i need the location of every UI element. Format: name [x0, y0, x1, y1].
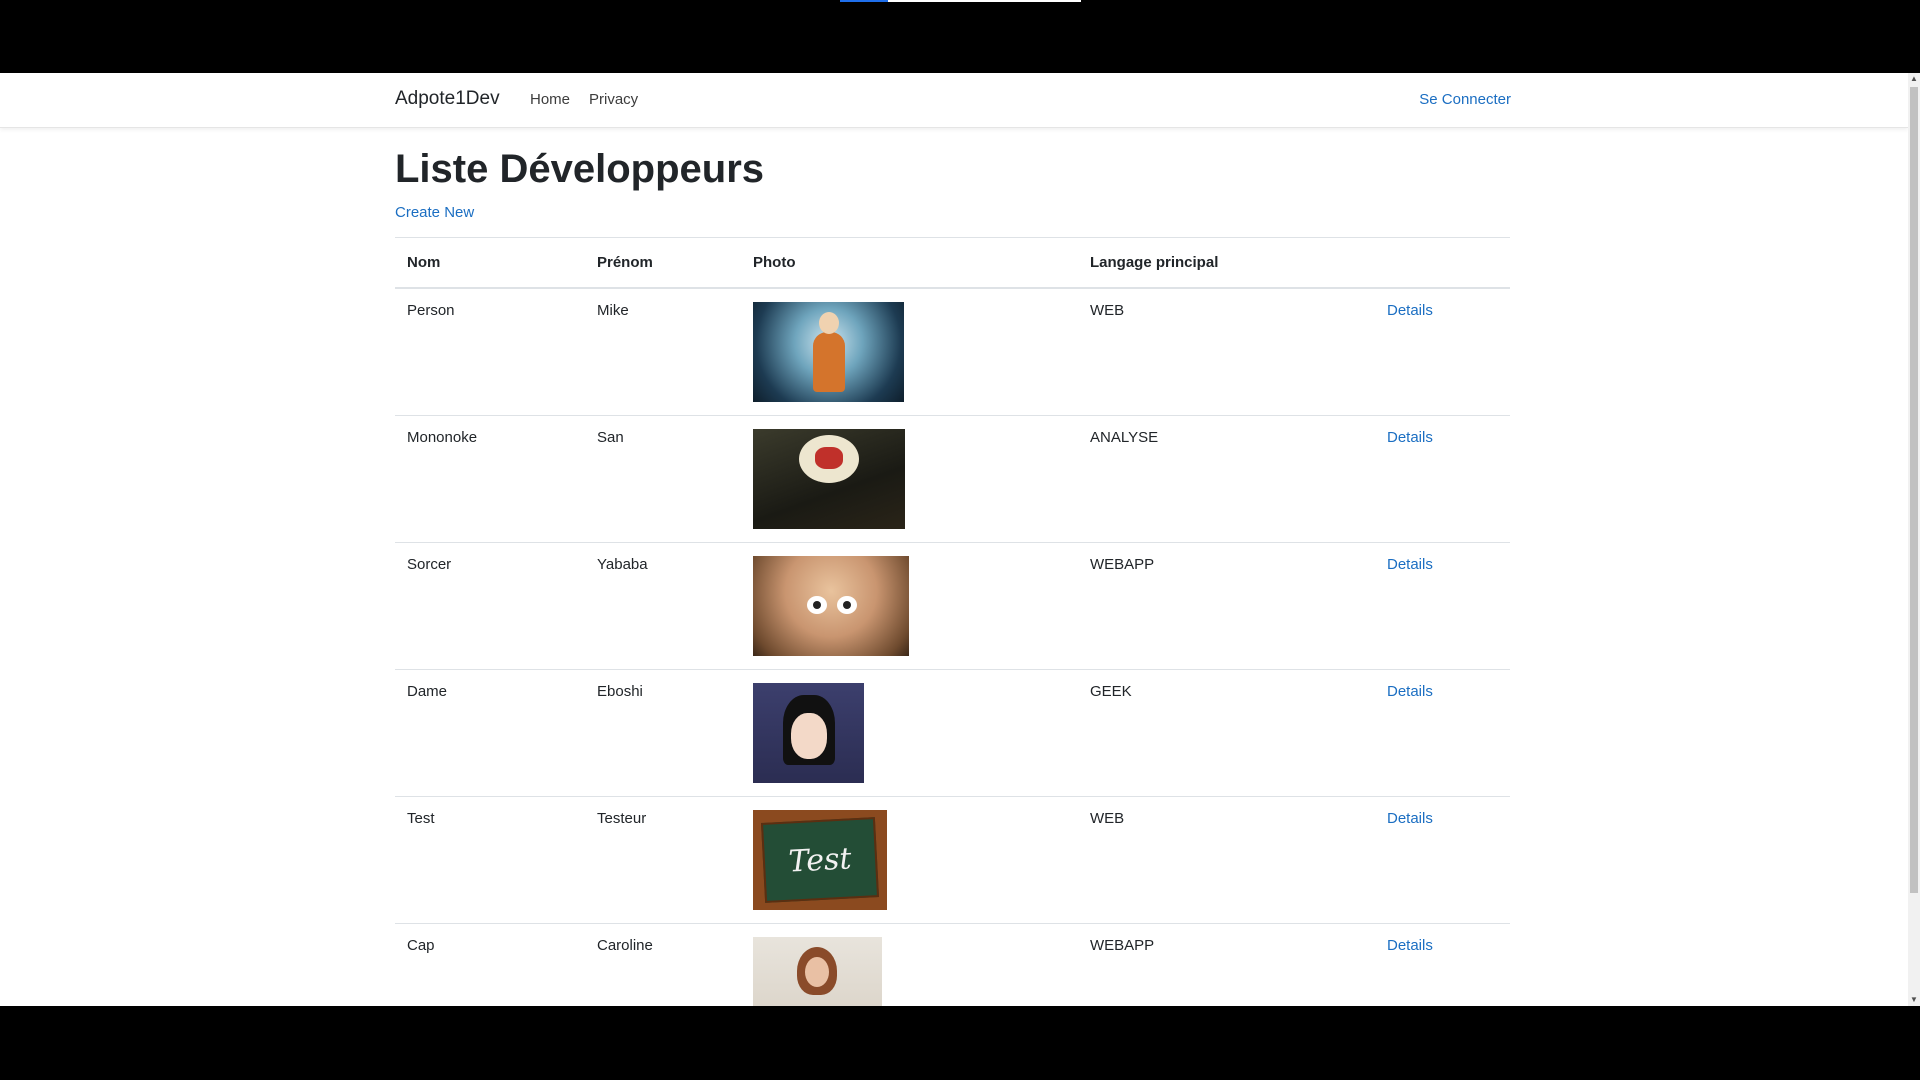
photo-yubaba — [753, 555, 909, 656]
cell-actions: Details — [1375, 287, 1510, 416]
page-title: Liste Développeurs — [395, 147, 765, 191]
cell-prenom: Eboshi — [585, 669, 741, 797]
photo-aang — [753, 301, 904, 402]
table-row: Sorcer Yababa WEBAPP Details — [395, 542, 1510, 670]
table-row: Mononoke San ANALYSE Details — [395, 415, 1510, 543]
cell-actions: Details — [1375, 669, 1510, 797]
details-link[interactable]: Details — [1387, 810, 1433, 827]
header-nom: Nom — [395, 237, 585, 289]
photo-eboshi — [753, 682, 864, 783]
cell-nom: Cap — [395, 923, 585, 1006]
create-new-link[interactable]: Create New — [395, 204, 1510, 221]
header-prenom: Prénom — [585, 237, 741, 289]
details-link[interactable]: Details — [1387, 429, 1433, 446]
scroll-down-icon[interactable]: ▼ — [1908, 994, 1920, 1006]
photo-test-chalkboard: Test — [753, 809, 887, 910]
header-photo: Photo — [741, 237, 1078, 289]
cell-prenom: Testeur — [585, 796, 741, 924]
cell-nom: Mononoke — [395, 415, 585, 543]
cell-prenom: Mike — [585, 287, 741, 416]
table-row: Dame Eboshi GEEK Details — [395, 669, 1510, 797]
table-row: Person Mike WEB Details — [395, 287, 1510, 416]
cell-actions: Details — [1375, 796, 1510, 924]
cell-prenom: Yababa — [585, 542, 741, 670]
cell-actions: Details — [1375, 542, 1510, 670]
main-content: Liste Développeurs Create New Nom Prénom… — [395, 145, 1510, 1006]
tab-strip-active-indicator — [840, 0, 888, 2]
photo-caroline — [753, 936, 882, 1006]
scrollbar-thumb[interactable] — [1910, 87, 1918, 893]
cell-nom: Sorcer — [395, 542, 585, 670]
cell-langage: WEB — [1078, 796, 1375, 924]
cell-langage: ANALYSE — [1078, 415, 1375, 543]
cell-photo — [741, 542, 1078, 670]
table-header-row: Nom Prénom Photo Langage principal — [395, 237, 1510, 289]
vertical-scrollbar[interactable]: ▲ ▼ — [1908, 73, 1920, 1006]
table-row: Test Testeur Test WEB Details — [395, 796, 1510, 924]
navbar: Adpote1Dev Home Privacy Se Connecter — [0, 73, 1908, 128]
browser-viewport: Adpote1Dev Home Privacy Se Connecter Lis… — [0, 73, 1920, 1006]
scroll-up-icon[interactable]: ▲ — [1908, 73, 1920, 85]
cell-photo — [741, 415, 1078, 543]
cell-photo — [741, 669, 1078, 797]
cell-nom: Test — [395, 796, 585, 924]
cell-photo: Test — [741, 796, 1078, 924]
cell-photo — [741, 923, 1078, 1006]
screen-bottom-letterbox — [0, 1006, 1920, 1080]
header-langage: Langage principal — [1078, 237, 1375, 289]
cell-prenom: Caroline — [585, 923, 741, 1006]
screen-top-letterbox — [0, 0, 1920, 73]
nav-link-home[interactable]: Home — [530, 91, 570, 108]
developers-table: Nom Prénom Photo Langage principal Perso… — [395, 237, 1510, 1006]
cell-actions: Details — [1375, 415, 1510, 543]
details-link[interactable]: Details — [1387, 937, 1433, 954]
cell-nom: Person — [395, 287, 585, 416]
cell-actions: Details — [1375, 923, 1510, 1006]
photo-san — [753, 428, 905, 529]
cell-langage: WEBAPP — [1078, 923, 1375, 1006]
tab-strip — [840, 0, 1081, 2]
cell-photo — [741, 287, 1078, 416]
details-link[interactable]: Details — [1387, 556, 1433, 573]
navbar-brand[interactable]: Adpote1Dev — [395, 88, 500, 110]
chalkboard-text: Test — [760, 816, 880, 903]
details-link[interactable]: Details — [1387, 683, 1433, 700]
header-actions — [1375, 237, 1510, 289]
cell-nom: Dame — [395, 669, 585, 797]
details-link[interactable]: Details — [1387, 302, 1433, 319]
table-row: Cap Caroline WEBAPP Details — [395, 923, 1510, 1006]
login-link[interactable]: Se Connecter — [1419, 91, 1511, 108]
cell-langage: WEBAPP — [1078, 542, 1375, 670]
nav-link-privacy[interactable]: Privacy — [589, 91, 638, 108]
cell-langage: WEB — [1078, 287, 1375, 416]
cell-langage: GEEK — [1078, 669, 1375, 797]
cell-prenom: San — [585, 415, 741, 543]
